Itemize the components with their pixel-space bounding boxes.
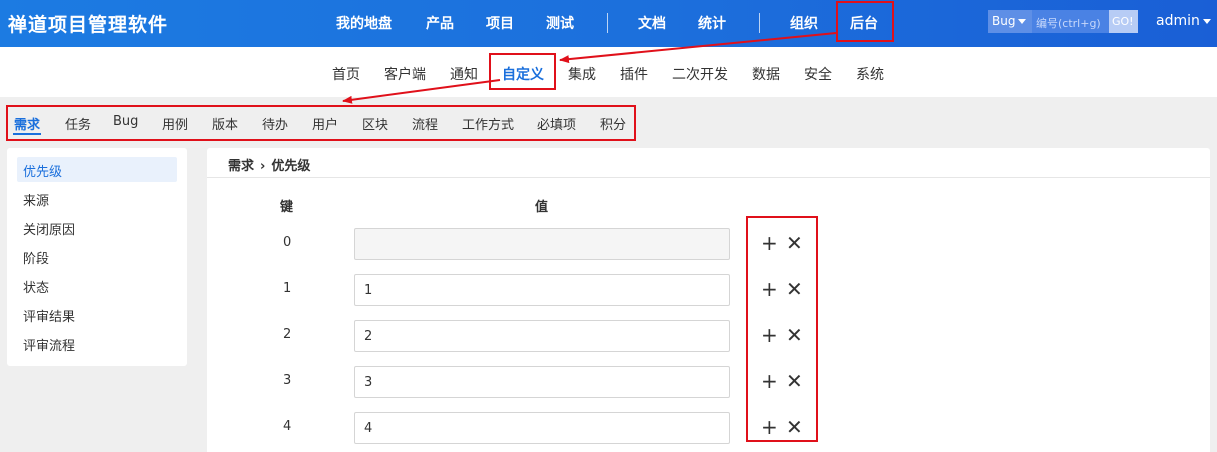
subnav-integration[interactable]: 集成	[568, 64, 596, 84]
breadcrumb: 需求 › 优先级	[228, 155, 310, 174]
nav-org[interactable]: 组织	[790, 13, 818, 33]
row-key: 0	[283, 235, 292, 250]
brand-title[interactable]: 禅道项目管理软件	[8, 10, 168, 37]
subnav-system[interactable]: 系统	[856, 64, 884, 84]
main-panel: 需求 › 优先级 键 值 0 + ✕ 1 1 + ✕ 2 2 + ✕ 3 3 + ✕…	[207, 148, 1210, 452]
subnav-client[interactable]: 客户端	[384, 64, 426, 84]
nav-stat[interactable]: 统计	[698, 13, 726, 33]
value-input[interactable]: 3	[354, 366, 730, 398]
value-input[interactable]: 1	[354, 274, 730, 306]
search-type-dropdown[interactable]: Bug	[988, 10, 1032, 33]
annotation-box-custom	[489, 53, 556, 90]
sidebar-item-status[interactable]: 状态	[17, 273, 177, 298]
nav-doc[interactable]: 文档	[638, 13, 666, 33]
row-key: 2	[283, 327, 292, 342]
annotation-box-admin	[836, 1, 894, 42]
nav-project[interactable]: 项目	[486, 13, 514, 33]
nav-divider	[759, 13, 760, 33]
chevron-right-icon: ›	[260, 159, 266, 174]
subnav-notify[interactable]: 通知	[450, 64, 478, 84]
top-header: 禅道项目管理软件 我的地盘 产品 项目 测试 文档 统计 组织 后台 Bug 编…	[0, 0, 1217, 47]
subnav-security[interactable]: 安全	[804, 64, 832, 84]
subnav-home[interactable]: 首页	[332, 64, 360, 84]
breadcrumb-current: 优先级	[271, 159, 311, 174]
row-key: 1	[283, 281, 292, 296]
nav-product[interactable]: 产品	[426, 13, 454, 33]
custom-tabs: 需求 任务 Bug 用例 版本 待办 用户 区块 流程 工作方式 必填项 积分	[0, 97, 1217, 147]
column-header-value: 值	[535, 200, 549, 215]
sidebar-item-source[interactable]: 来源	[17, 186, 177, 211]
subnav-plugin[interactable]: 插件	[620, 64, 648, 84]
subnav-data[interactable]: 数据	[752, 64, 780, 84]
sidebar-item-priority[interactable]: 优先级	[17, 157, 177, 182]
user-name: admin	[1156, 13, 1200, 29]
sidebar-item-review-result[interactable]: 评审结果	[17, 302, 177, 327]
value-input[interactable]: 2	[354, 320, 730, 352]
sub-nav: 首页 客户端 通知 自定义 集成 插件 二次开发 数据 安全 系统	[0, 47, 1217, 97]
sidebar: 优先级 来源 关闭原因 阶段 状态 评审结果 评审流程	[7, 148, 187, 366]
row-key: 4	[283, 419, 292, 434]
nav-test[interactable]: 测试	[546, 13, 574, 33]
caret-down-icon	[1018, 19, 1027, 24]
caret-down-icon	[1202, 18, 1211, 24]
search-type-label: Bug	[992, 14, 1016, 28]
subnav-dev[interactable]: 二次开发	[672, 64, 728, 84]
value-input[interactable]	[354, 228, 730, 260]
breadcrumb-parent[interactable]: 需求	[228, 159, 254, 174]
search-box: Bug 编号(ctrl+g) GO!	[988, 10, 1138, 33]
sidebar-item-stage[interactable]: 阶段	[17, 244, 177, 269]
nav-my[interactable]: 我的地盘	[336, 13, 392, 33]
divider	[207, 177, 1210, 178]
row-key: 3	[283, 373, 292, 388]
column-header-key: 键	[280, 200, 294, 215]
annotation-box-tabs	[6, 105, 636, 141]
value-input[interactable]: 4	[354, 412, 730, 444]
search-go-button[interactable]: GO!	[1109, 10, 1138, 33]
nav-divider	[607, 13, 608, 33]
annotation-box-actions	[746, 216, 818, 442]
search-input[interactable]: 编号(ctrl+g)	[1032, 10, 1109, 33]
sidebar-item-close-reason[interactable]: 关闭原因	[17, 215, 177, 240]
user-menu[interactable]: admin	[1156, 13, 1211, 29]
sidebar-item-review-flow[interactable]: 评审流程	[17, 331, 177, 356]
